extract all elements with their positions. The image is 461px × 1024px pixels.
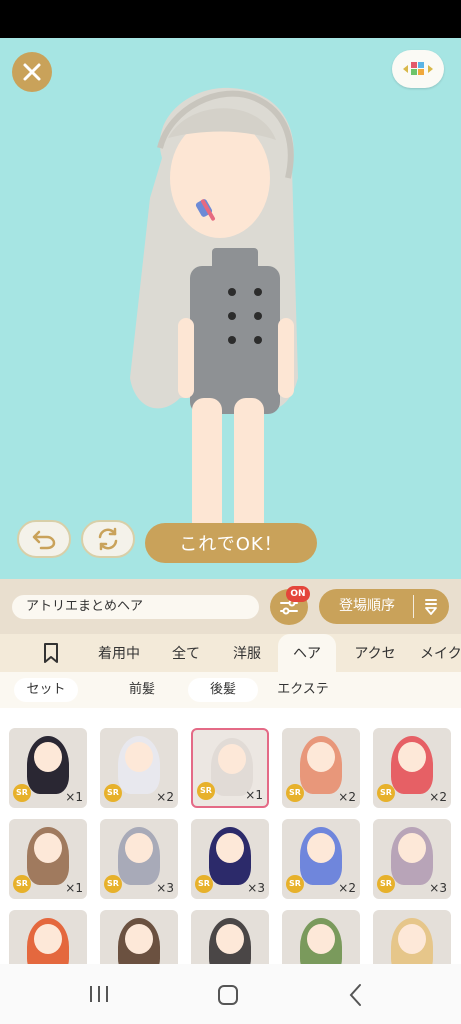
subtab-back-hair[interactable]: 後髪 — [188, 678, 258, 702]
face-preview — [307, 833, 335, 863]
refresh-icon — [98, 527, 118, 551]
face-preview — [398, 742, 426, 772]
hair-item-card[interactable]: SR ×3 — [373, 819, 451, 899]
sort-order-button[interactable]: 登場順序 — [319, 589, 449, 624]
face-preview — [216, 924, 244, 954]
bookmark-tab[interactable] — [26, 634, 76, 672]
close-button[interactable] — [12, 52, 52, 92]
face-preview — [34, 742, 62, 772]
face-preview — [218, 744, 246, 774]
hair-item-card[interactable] — [282, 910, 360, 964]
tab-accessories[interactable]: アクセ — [344, 634, 406, 672]
category-tabs: 着用中 全て 洋服 ヘア アクセ メイク — [0, 634, 461, 672]
tab-makeup[interactable]: メイク — [420, 634, 461, 672]
face-preview — [307, 742, 335, 772]
tab-wearing[interactable]: 着用中 — [88, 634, 150, 672]
item-grid: SR ×1 SR ×2 SR ×1 SR ×2 SR ×2 SR ×1 SR ×3 SR ×3 SR ×2 SR ×3 — [0, 708, 461, 964]
rarity-badge: SR — [377, 875, 395, 893]
bookmark-icon — [44, 643, 58, 663]
rarity-badge: SR — [13, 784, 31, 802]
subtab-set[interactable]: セット — [14, 678, 78, 702]
face-preview — [125, 742, 153, 772]
face-preview — [34, 924, 62, 954]
status-bar — [0, 0, 461, 38]
palette-icon — [403, 62, 433, 75]
avatar-preview — [130, 87, 298, 554]
face-preview — [125, 924, 153, 954]
undo-button[interactable] — [17, 520, 71, 558]
item-quantity: ×2 — [156, 790, 174, 804]
hair-item-card[interactable]: SR ×3 — [191, 819, 269, 899]
face-preview — [307, 924, 335, 954]
hair-item-card[interactable] — [191, 910, 269, 964]
hair-item-card[interactable]: SR ×2 — [373, 728, 451, 808]
filter-on-badge: ON — [286, 586, 310, 602]
home-icon[interactable] — [217, 984, 239, 1006]
hair-item-card[interactable] — [9, 910, 87, 964]
item-quantity: ×3 — [156, 881, 174, 895]
reset-button[interactable] — [81, 520, 135, 558]
item-quantity: ×1 — [65, 881, 83, 895]
item-quantity: ×1 — [245, 788, 263, 802]
close-icon — [23, 63, 41, 81]
subtab-bangs[interactable]: 前髪 — [112, 678, 172, 702]
item-quantity: ×3 — [429, 881, 447, 895]
hair-item-card[interactable]: SR ×1 — [191, 728, 269, 808]
hair-item-card[interactable]: SR ×2 — [282, 819, 360, 899]
tab-hair[interactable]: ヘア — [278, 634, 336, 672]
rarity-badge: SR — [197, 782, 215, 800]
face-preview — [216, 833, 244, 863]
hair-item-card[interactable]: SR ×1 — [9, 819, 87, 899]
hair-item-card[interactable] — [373, 910, 451, 964]
back-icon[interactable] — [348, 983, 364, 1007]
android-nav-bar — [0, 964, 461, 1024]
rarity-badge: SR — [286, 784, 304, 802]
item-quantity: ×2 — [429, 790, 447, 804]
recent-apps-icon[interactable] — [88, 984, 110, 1004]
face-preview — [398, 833, 426, 863]
sort-toggle-icon[interactable] — [423, 597, 439, 617]
background-palette-button[interactable] — [392, 50, 444, 88]
undo-icon — [32, 530, 56, 550]
face-preview — [125, 833, 153, 863]
hair-item-card[interactable]: SR ×3 — [100, 819, 178, 899]
rarity-badge: SR — [377, 784, 395, 802]
rarity-badge: SR — [104, 875, 122, 893]
face-preview — [34, 833, 62, 863]
hair-item-card[interactable]: SR ×1 — [9, 728, 87, 808]
outfit-toolbar: アトリエまとめヘア ON 登場順序 — [0, 579, 461, 634]
item-quantity: ×3 — [247, 881, 265, 895]
rarity-badge: SR — [286, 875, 304, 893]
avatar-stage: これでOK！ — [0, 38, 461, 579]
rarity-badge: SR — [13, 875, 31, 893]
tab-clothes[interactable]: 洋服 — [222, 634, 272, 672]
item-quantity: ×1 — [65, 790, 83, 804]
outfit-name-field[interactable]: アトリエまとめヘア — [12, 595, 259, 619]
tab-all[interactable]: 全て — [160, 634, 212, 672]
rarity-badge: SR — [104, 784, 122, 802]
item-quantity: ×2 — [338, 881, 356, 895]
sort-label: 登場順序 — [339, 598, 395, 614]
hair-item-card[interactable]: SR ×2 — [282, 728, 360, 808]
face-preview — [398, 924, 426, 954]
hair-item-card[interactable] — [100, 910, 178, 964]
rarity-badge: SR — [195, 875, 213, 893]
confirm-ok-button[interactable]: これでOK！ — [145, 523, 317, 563]
hair-item-card[interactable]: SR ×2 — [100, 728, 178, 808]
sort-divider — [413, 595, 414, 618]
subtab-extensions[interactable]: エクステ — [266, 678, 340, 702]
item-quantity: ×2 — [338, 790, 356, 804]
subcategory-tabs: セット 前髪 後髪 エクステ — [0, 672, 461, 708]
